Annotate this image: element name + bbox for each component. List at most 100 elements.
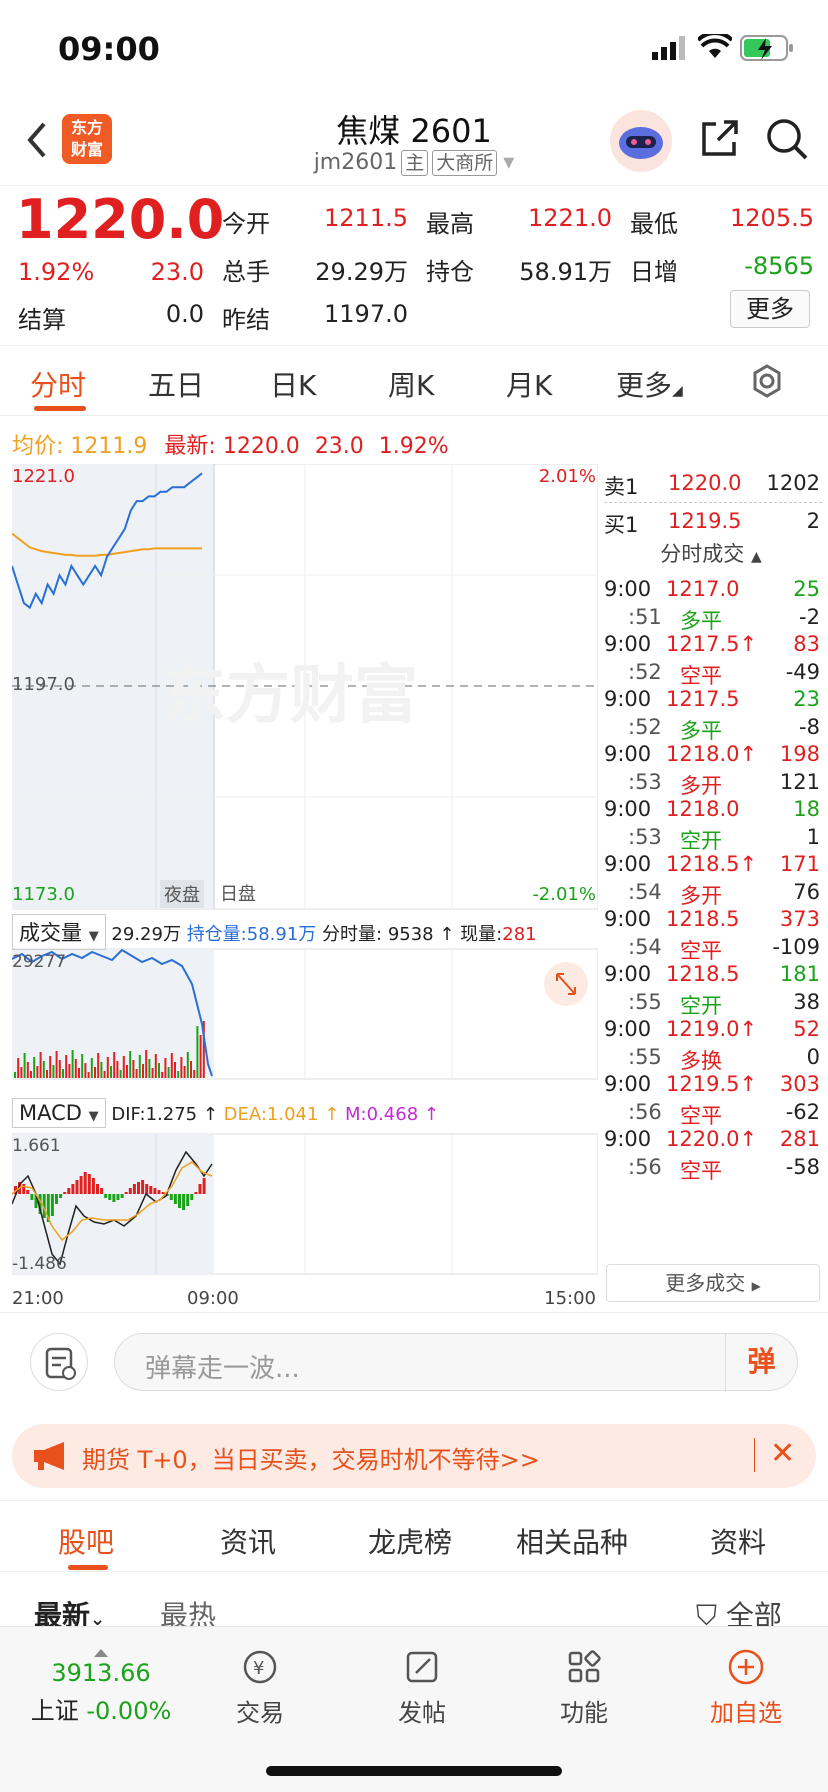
m-value: M:0.468 ↑ xyxy=(345,1104,439,1125)
trade-row: 9:00 1218.5 181 xyxy=(600,959,822,990)
promo-banner[interactable]: 期货 T+0，当日买卖，交易时机不等待>> ✕ xyxy=(12,1424,816,1488)
nav-trade[interactable]: ¥ 交易 xyxy=(220,1647,300,1728)
trades-header[interactable]: 分时成交 ▲ xyxy=(600,538,822,568)
current-volume-value: 281 xyxy=(502,924,537,945)
chevron-right-icon: ▶ xyxy=(751,1279,761,1293)
trade-volume: 181 xyxy=(779,962,820,986)
more-button[interactable]: 更多 xyxy=(730,290,810,328)
tab-news[interactable]: 资讯 xyxy=(220,1521,276,1561)
add-watchlist-button[interactable]: 加自选 xyxy=(698,1647,794,1728)
tab-five-day[interactable]: 五日 xyxy=(148,364,204,404)
tab-profile[interactable]: 资料 xyxy=(710,1521,766,1561)
tab-related[interactable]: 相关品种 xyxy=(516,1521,628,1561)
macd-bar xyxy=(141,1180,145,1194)
danmaku-input[interactable]: 弹幕走一波... 弹 xyxy=(114,1333,798,1392)
trade-volume: 25 xyxy=(793,577,820,601)
macd-bar xyxy=(120,1194,124,1198)
trade-price: 1218.0↑ xyxy=(666,742,758,766)
trade-seconds: :55 xyxy=(628,1045,662,1069)
trade-oi-change: 0 xyxy=(806,1045,820,1069)
tab-daily-k[interactable]: 日K xyxy=(270,364,316,404)
trade-time: 9:00 xyxy=(604,852,652,876)
index-widget[interactable]: 3913.66 上证 -0.00% xyxy=(26,1649,176,1726)
comment-settings-icon[interactable] xyxy=(30,1333,88,1391)
robot-assistant-icon[interactable] xyxy=(610,110,672,172)
search-icon[interactable] xyxy=(764,116,810,162)
share-icon[interactable] xyxy=(698,118,740,160)
tab-intraday[interactable]: 分时 xyxy=(30,364,86,404)
macd-bar xyxy=(50,1194,54,1216)
latest-label: 最新: xyxy=(164,434,216,459)
time-axis-mid: 09:00 xyxy=(187,1288,239,1309)
intraday-chart[interactable]: 1221.0 2.01% 1197.0 东方财富 1173.0 -2.01% 夜… xyxy=(12,464,598,1312)
settle-value: 0.0 xyxy=(165,300,204,328)
ask-row: 卖1 1220.0 1202 xyxy=(600,468,822,499)
low-label: 最低 xyxy=(630,210,678,238)
code-text: jm2601 xyxy=(313,150,398,175)
bid-price: 1219.5 xyxy=(668,509,742,533)
volume-info-bar: 成交量 ▼ 29.29万 持仓量:58.91万 分时量: 9538 ↑ 现量:2… xyxy=(12,914,598,950)
daily-increase-label: 日增 xyxy=(630,258,678,286)
index-name: 上证 xyxy=(30,1697,79,1725)
trade-row: 9:00 1220.0↑ 281 xyxy=(600,1124,822,1155)
volume-bar xyxy=(49,1056,52,1078)
macd-bar xyxy=(91,1178,95,1194)
volume-bar xyxy=(161,1072,164,1078)
macd-axis-low: -1.486 xyxy=(12,1254,67,1274)
grid-apps-icon xyxy=(568,1650,601,1683)
trade-volume: 303 xyxy=(779,1072,820,1096)
trade-time: 9:00 xyxy=(604,1017,652,1041)
settings-icon[interactable] xyxy=(750,364,784,398)
trades-header-label: 分时成交 xyxy=(660,542,745,566)
macd-axis-high: 1.661 xyxy=(12,1136,61,1156)
trade-oi-change: -49 xyxy=(785,660,820,684)
wifi-icon xyxy=(698,34,732,58)
tab-guba[interactable]: 股吧 xyxy=(58,1521,114,1561)
tab-weekly-k[interactable]: 周K xyxy=(388,364,434,404)
volume-selector[interactable]: 成交量 ▼ xyxy=(12,914,106,950)
current-volume-label: 现量: xyxy=(460,924,503,945)
add-watchlist-label: 加自选 xyxy=(710,1699,782,1727)
time-axis-end: 15:00 xyxy=(544,1288,596,1309)
volume-bar xyxy=(14,1072,16,1078)
trade-oi-change: -62 xyxy=(785,1100,820,1124)
macd-bar xyxy=(63,1192,67,1194)
danmaku-send-button[interactable]: 弹 xyxy=(725,1334,797,1392)
macd-bar xyxy=(149,1186,153,1194)
watermark: 东方财富 xyxy=(162,659,418,733)
macd-bar xyxy=(161,1192,165,1194)
main-contract-tag: 主 xyxy=(401,150,429,176)
macd-bar xyxy=(26,1190,30,1194)
night-session-label: 夜盘 xyxy=(160,880,204,908)
edit-icon xyxy=(406,1651,438,1683)
macd-bar xyxy=(100,1188,104,1194)
tab-dragon-tiger[interactable]: 龙虎榜 xyxy=(368,1521,452,1561)
trade-volume: 83 xyxy=(793,632,820,656)
open-value: 1211.5 xyxy=(324,204,408,232)
volume-bar xyxy=(132,1060,135,1078)
trade-row: 9:00 1218.0↑ 198 xyxy=(600,739,822,770)
battery-icon xyxy=(740,35,793,61)
volume-bar xyxy=(74,1059,77,1078)
trade-seconds: :53 xyxy=(628,770,662,794)
volume-total: 29.29万 xyxy=(111,924,181,945)
trade-oi-change: -2 xyxy=(799,605,820,629)
nav-functions[interactable]: 功能 xyxy=(544,1647,624,1728)
volume-bar xyxy=(94,1067,96,1078)
volume-bar xyxy=(87,1072,90,1078)
bid-row: 买1 1219.5 2 xyxy=(600,506,822,537)
more-trades-button[interactable]: 更多成交 ▶ xyxy=(606,1264,820,1302)
tab-more[interactable]: 更多◢ xyxy=(616,364,683,404)
tab-monthly-k[interactable]: 月K xyxy=(506,364,552,404)
volume-bar xyxy=(81,1054,84,1078)
index-percent: -0.00% xyxy=(86,1697,172,1725)
macd-selector[interactable]: MACD ▼ xyxy=(12,1098,106,1128)
close-icon[interactable]: ✕ xyxy=(770,1436,795,1471)
macd-bar xyxy=(104,1194,108,1198)
trade-seconds: :54 xyxy=(628,935,662,959)
nav-post[interactable]: 发帖 xyxy=(382,1647,462,1728)
volume-bar xyxy=(97,1053,100,1078)
nav-post-label: 发帖 xyxy=(398,1699,446,1727)
macd-bar xyxy=(116,1194,120,1200)
macd-bar xyxy=(198,1184,202,1194)
